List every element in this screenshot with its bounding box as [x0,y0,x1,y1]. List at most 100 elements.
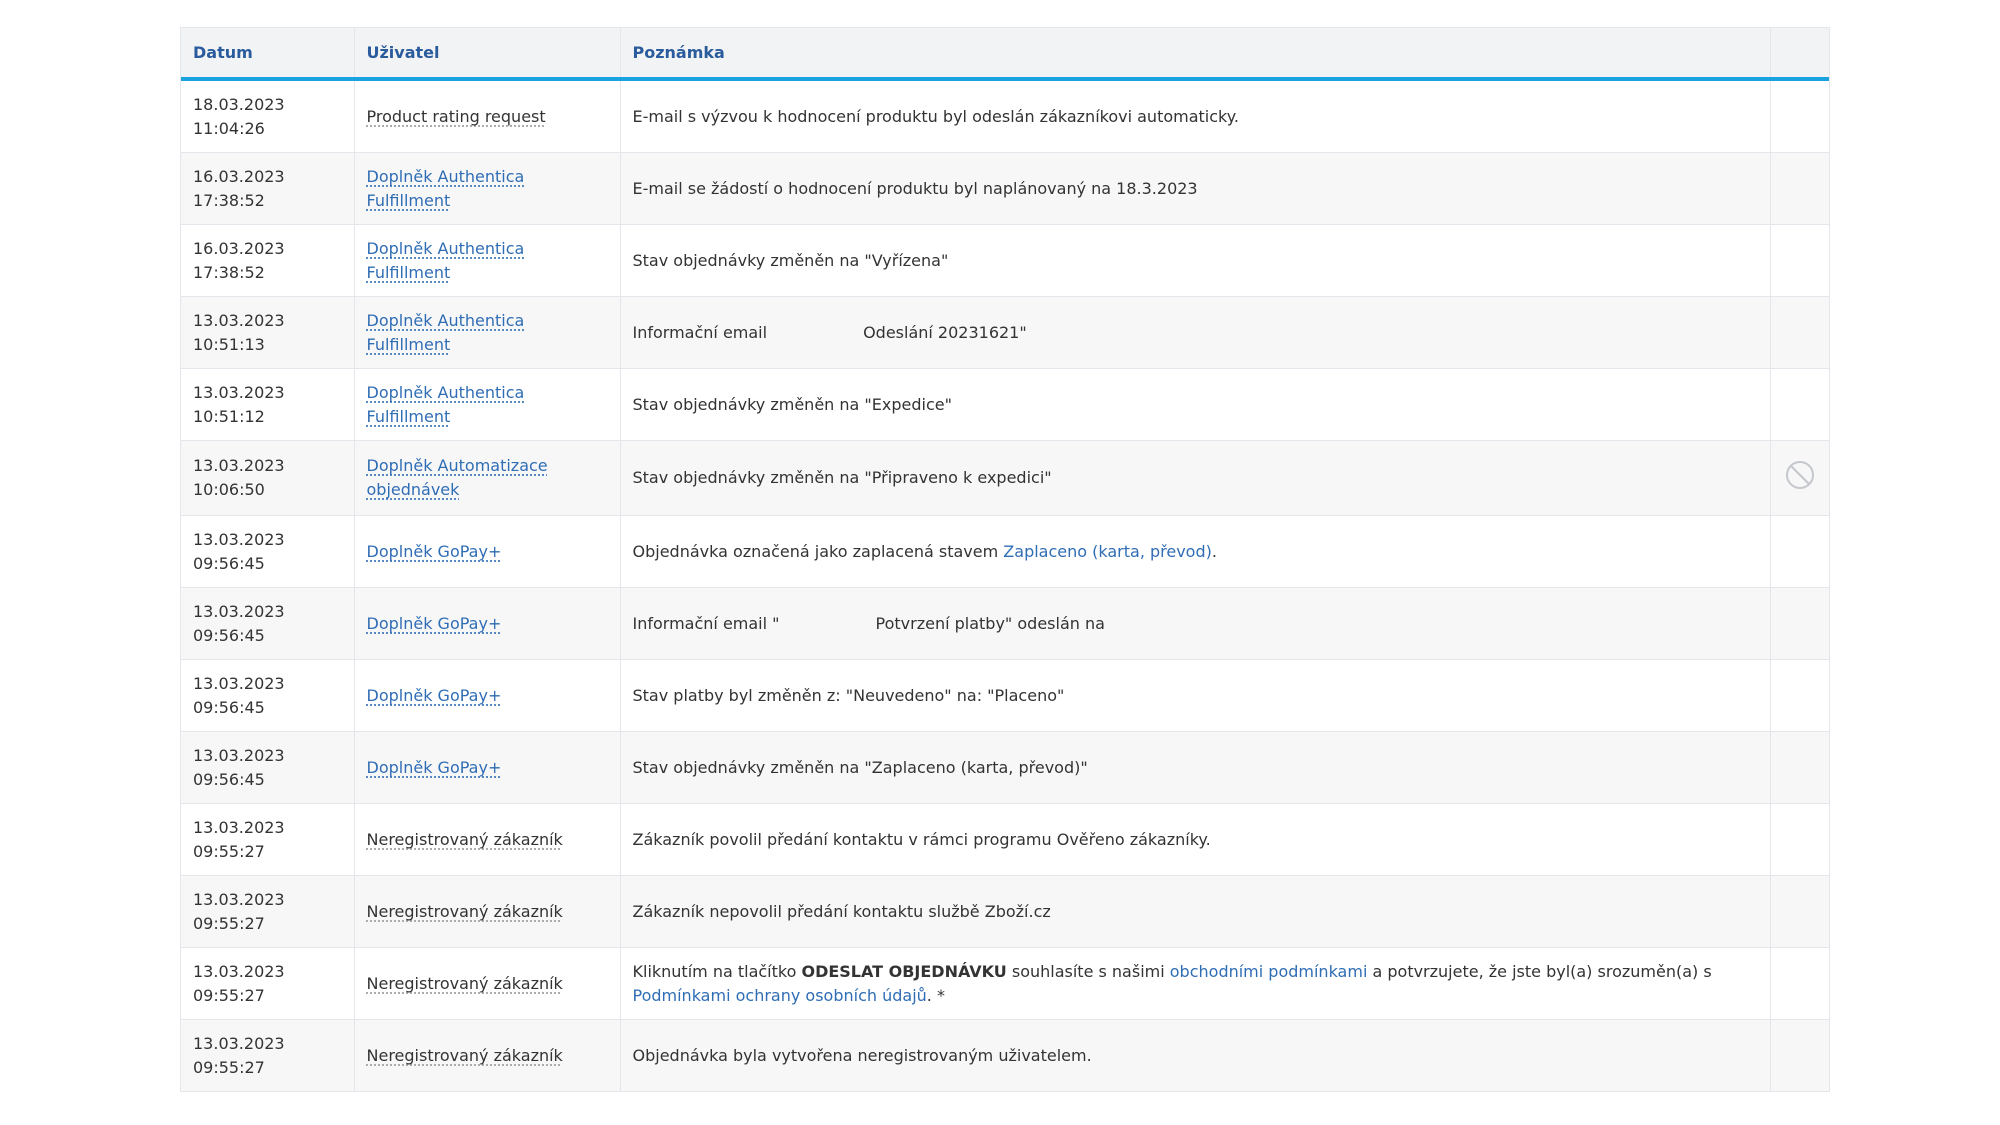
action-cell [1770,659,1829,732]
terms-link[interactable]: obchodními podmínkami [1170,962,1368,981]
date-cell: 16.03.2023 17:38:52 [181,152,355,225]
date-cell: 13.03.2023 09:55:27 [181,947,355,1020]
row-time: 09:55:27 [193,913,265,933]
header-note[interactable]: Poznámka [620,28,1771,81]
action-cell [1770,224,1829,297]
user-cell: Neregistrovaný zákazník [354,1019,621,1091]
row-date: 13.03.2023 [193,456,285,475]
table-row: 18.03.2023 11:04:26 Product rating reque… [181,78,1829,153]
order-history-table: Datum Uživatel Poznámka 18.03.2023 11:04… [181,28,1829,1091]
date-cell: 13.03.2023 10:51:12 [181,368,355,441]
row-date: 13.03.2023 [193,382,285,402]
row-user-link[interactable]: Doplněk GoPay+ [367,614,502,633]
note-bold: ODESLAT OBJEDNÁVKU [801,961,1007,981]
header-date[interactable]: Datum [181,28,355,81]
row-date: 16.03.2023 [193,238,285,258]
row-user-link[interactable]: Doplněk GoPay+ [367,542,502,561]
action-cell [1770,152,1829,225]
table-row: 13.03.2023 10:51:13 Doplněk Authentica F… [181,296,1829,369]
action-cell [1770,731,1829,804]
date-cell: 13.03.2023 09:55:27 [181,875,355,948]
action-cell [1770,440,1829,516]
action-cell [1770,78,1829,153]
row-date: 13.03.2023 [193,1033,285,1053]
date-cell: 13.03.2023 10:51:13 [181,296,355,369]
date-cell: 13.03.2023 09:55:27 [181,803,355,876]
table-row: 13.03.2023 09:56:45 Doplněk GoPay+ Stav … [181,659,1829,732]
user-cell: Doplněk Authentica Fulfillment [354,368,621,441]
note-text: Informační email " [632,613,780,633]
row-time: 10:51:13 [193,334,265,354]
row-date: 13.03.2023 [193,673,285,693]
user-cell: Doplněk GoPay+ [354,731,621,804]
row-time: 09:56:45 [193,553,265,573]
row-user-link[interactable]: Doplněk Automatizace objednávek [367,456,548,499]
row-user-link[interactable]: Doplněk Authentica Fulfillment [367,311,525,354]
note-text: Potvrzení platby" odeslán na [875,613,1105,633]
row-user-link[interactable]: Doplněk Authentica Fulfillment [367,167,525,210]
row-user-link[interactable]: Doplněk Authentica Fulfillment [367,239,525,282]
row-user: Neregistrovaný zákazník [366,1045,563,1065]
note-cell: Stav objednávky změněn na "Vyřízena" [620,224,1771,297]
payment-status-link[interactable]: Zaplaceno (karta, převod) [1003,542,1212,561]
note-text: Objednávka označená jako zaplacená stave… [632,541,1004,561]
row-time: 09:56:45 [193,697,265,717]
row-user-link[interactable]: Doplněk Authentica Fulfillment [367,383,525,426]
row-user: Neregistrovaný zákazník [366,829,563,849]
action-cell [1770,803,1829,876]
row-time: 11:04:26 [193,118,265,138]
row-time: 09:55:27 [193,985,265,1005]
row-user-link[interactable]: Doplněk GoPay+ [367,686,502,705]
user-cell: Neregistrovaný zákazník [354,875,621,948]
table-row: 13.03.2023 09:55:27 Neregistrovaný zákaz… [181,803,1829,876]
note-cell: Zákazník nepovolil předání kontaktu služ… [620,875,1771,948]
user-cell: Doplněk GoPay+ [354,659,621,732]
user-cell: Doplněk Authentica Fulfillment [354,152,621,225]
note-cell: Objednávka byla vytvořena neregistrovaný… [620,1019,1771,1091]
note-cell: Zákazník povolil předání kontaktu v rámc… [620,803,1771,876]
row-time: 09:55:27 [193,841,265,861]
action-cell [1770,515,1829,588]
user-cell: Doplněk Automatizace objednávek [354,440,621,516]
note-text: Kliknutím na tlačítko [632,961,802,981]
table-row: 13.03.2023 09:56:45 Doplněk GoPay+ Infor… [181,587,1829,660]
table-row: 13.03.2023 09:55:27 Neregistrovaný zákaz… [181,947,1829,1020]
row-time: 09:56:45 [193,625,265,645]
row-user-link[interactable]: Doplněk GoPay+ [367,758,502,777]
date-cell: 13.03.2023 10:06:50 [181,440,355,516]
row-time: 10:51:12 [193,406,265,426]
date-cell: 13.03.2023 09:56:45 [181,659,355,732]
row-date: 13.03.2023 [193,961,285,981]
row-time: 09:56:45 [193,769,265,789]
date-cell: 18.03.2023 11:04:26 [181,78,355,153]
table-header-row: Datum Uživatel Poznámka [181,28,1829,81]
date-cell: 13.03.2023 09:56:45 [181,731,355,804]
user-cell: Neregistrovaný zákazník [354,803,621,876]
row-date: 13.03.2023 [193,310,285,330]
user-cell: Doplněk Authentica Fulfillment [354,296,621,369]
row-time: 17:38:52 [193,262,265,282]
history-table-container: Datum Uživatel Poznámka 18.03.2023 11:04… [180,27,1830,1092]
row-date: 13.03.2023 [193,817,285,837]
note-cell: Stav objednávky změněn na "Expedice" [620,368,1771,441]
table-row: 16.03.2023 17:38:52 Doplněk Authentica F… [181,152,1829,225]
date-cell: 16.03.2023 17:38:52 [181,224,355,297]
note-text: Informační email [632,322,768,342]
table-row: 13.03.2023 09:55:27 Neregistrovaný zákaz… [181,875,1829,948]
row-date: 13.03.2023 [193,745,285,765]
note-cell: Stav platby byl změněn z: "Neuvedeno" na… [620,659,1771,732]
note-text: Odeslání 20231621" [863,322,1027,342]
ban-icon[interactable] [1785,460,1815,490]
header-actions [1770,28,1829,81]
privacy-link[interactable]: Podmínkami ochrany osobních údajů [633,986,927,1005]
note-text: . * [926,985,945,1005]
table-row: 13.03.2023 10:06:50 Doplněk Automatizace… [181,440,1829,516]
table-row: 13.03.2023 09:55:27 Neregistrovaný zákaz… [181,1019,1829,1091]
row-date: 13.03.2023 [193,889,285,909]
table-row: 13.03.2023 10:51:12 Doplněk Authentica F… [181,368,1829,441]
row-date: 13.03.2023 [193,529,285,549]
row-time: 17:38:52 [193,190,265,210]
action-cell [1770,1019,1829,1091]
header-user[interactable]: Uživatel [354,28,621,81]
note-cell: Objednávka označená jako zaplacená stave… [620,515,1771,588]
